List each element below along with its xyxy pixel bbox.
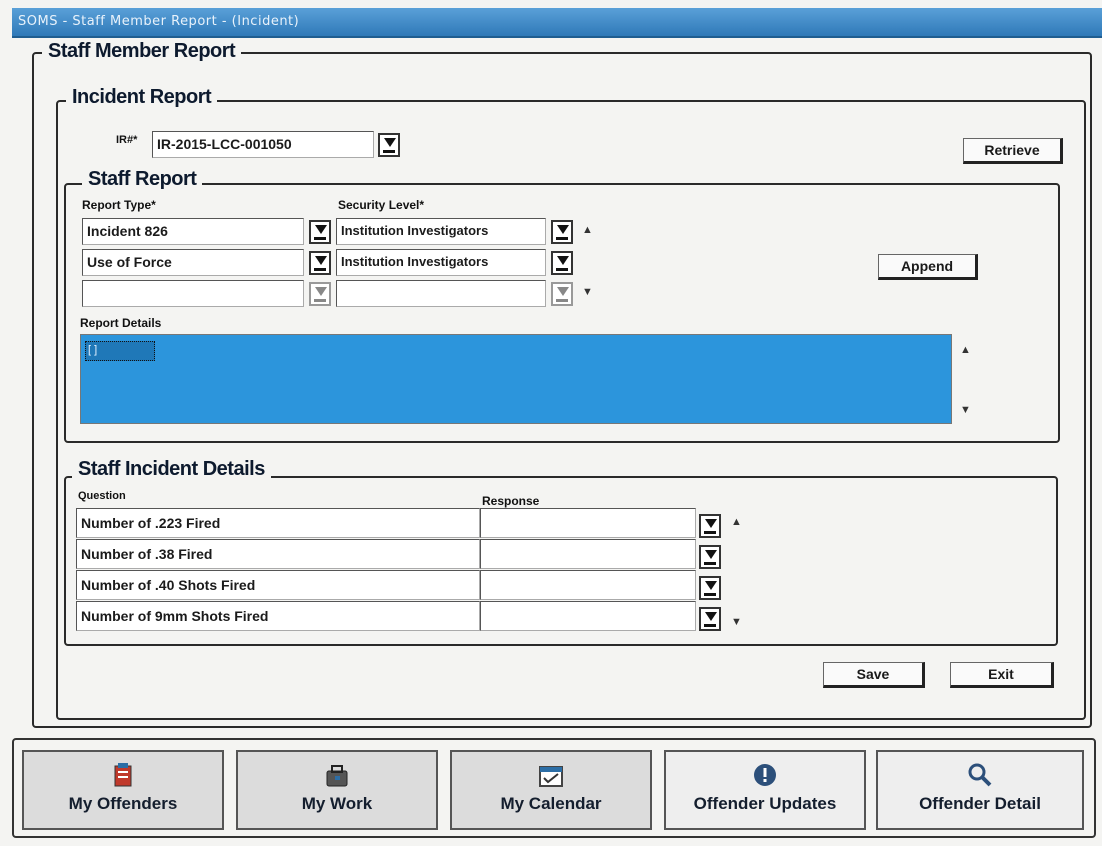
report-type-dropdown-button[interactable] [309,251,331,275]
response-field[interactable] [480,570,696,600]
retrieve-button[interactable]: Retrieve [963,138,1063,164]
nav-label: Offender Detail [919,794,1041,813]
nav-label: Offender Updates [693,794,837,813]
scroll-down-icon[interactable]: ▼ [960,404,971,416]
nav-label: My Calendar [500,794,602,813]
response-field[interactable] [480,601,696,631]
response-header: Response [482,494,540,508]
append-button[interactable]: Append [878,254,978,280]
security-level-field[interactable]: Institution Investigators [336,218,546,245]
question-cell: Number of .38 Fired [76,539,480,569]
question-cell: Number of .40 Shots Fired [76,570,480,600]
alert-icon [754,764,776,786]
staff-report-title: Staff Report [82,168,203,191]
question-cell: Number of .223 Fired [76,508,480,538]
report-type-field[interactable] [82,280,304,307]
staff-incident-details-title: Staff Incident Details [72,458,271,481]
response-dropdown-button[interactable] [699,545,721,569]
scroll-up-icon[interactable]: ▲ [731,516,742,528]
nav-offender-detail-button[interactable]: Offender Detail [876,750,1084,830]
report-type-label: Report Type* [82,198,156,212]
report-type-dropdown-button[interactable] [309,282,331,306]
response-dropdown-button[interactable] [699,576,721,600]
exit-button[interactable]: Exit [950,662,1054,688]
offenders-icon [114,763,132,787]
report-type-field[interactable]: Use of Force [82,249,304,276]
response-field[interactable] [480,508,696,538]
security-level-field[interactable]: Institution Investigators [336,249,546,276]
security-level-field[interactable] [336,280,546,307]
work-icon [326,765,348,787]
scroll-down-icon[interactable]: ▼ [731,616,742,628]
nav-my-calendar-button[interactable]: My Calendar [450,750,652,830]
report-details-textarea[interactable]: [ ] [80,334,952,424]
window-titlebar: SOMS - Staff Member Report - (Incident) [12,8,1102,38]
scroll-down-icon[interactable]: ▼ [582,286,593,298]
magnifier-icon [968,763,992,787]
question-cell: Number of 9mm Shots Fired [76,601,480,631]
incident-report-title: Incident Report [66,86,218,109]
report-type-field[interactable]: Incident 826 [82,218,304,245]
window-title: SOMS - Staff Member Report - (Incident) [18,14,300,29]
bottom-nav-bar: My Offenders My Work My Calendar Offende… [12,738,1096,838]
question-header: Question [78,490,126,502]
staff-member-report-title: Staff Member Report [42,40,242,63]
calendar-icon [539,766,563,787]
nav-label: My Offenders [68,794,178,813]
security-level-dropdown-button[interactable] [551,251,573,275]
security-level-dropdown-button[interactable] [551,220,573,244]
report-type-dropdown-button[interactable] [309,220,331,244]
report-details-label: Report Details [80,316,162,330]
save-button[interactable]: Save [823,662,925,688]
scroll-up-icon[interactable]: ▲ [582,224,593,236]
scroll-up-icon[interactable]: ▲ [960,344,971,356]
response-field[interactable] [480,539,696,569]
ir-number-field[interactable]: IR-2015-LCC-001050 [152,131,374,158]
nav-offender-updates-button[interactable]: Offender Updates [664,750,866,830]
nav-my-work-button[interactable]: My Work [236,750,438,830]
nav-label: My Work [301,794,373,813]
ir-label: IR#* [116,134,138,146]
response-dropdown-button[interactable] [699,514,721,538]
ir-dropdown-button[interactable] [378,133,400,157]
security-level-dropdown-button[interactable] [551,282,573,306]
security-level-label: Security Level* [338,198,425,212]
nav-my-offenders-button[interactable]: My Offenders [22,750,224,830]
report-details-selected-text: [ ] [85,341,155,361]
response-dropdown-button[interactable] [699,607,721,631]
